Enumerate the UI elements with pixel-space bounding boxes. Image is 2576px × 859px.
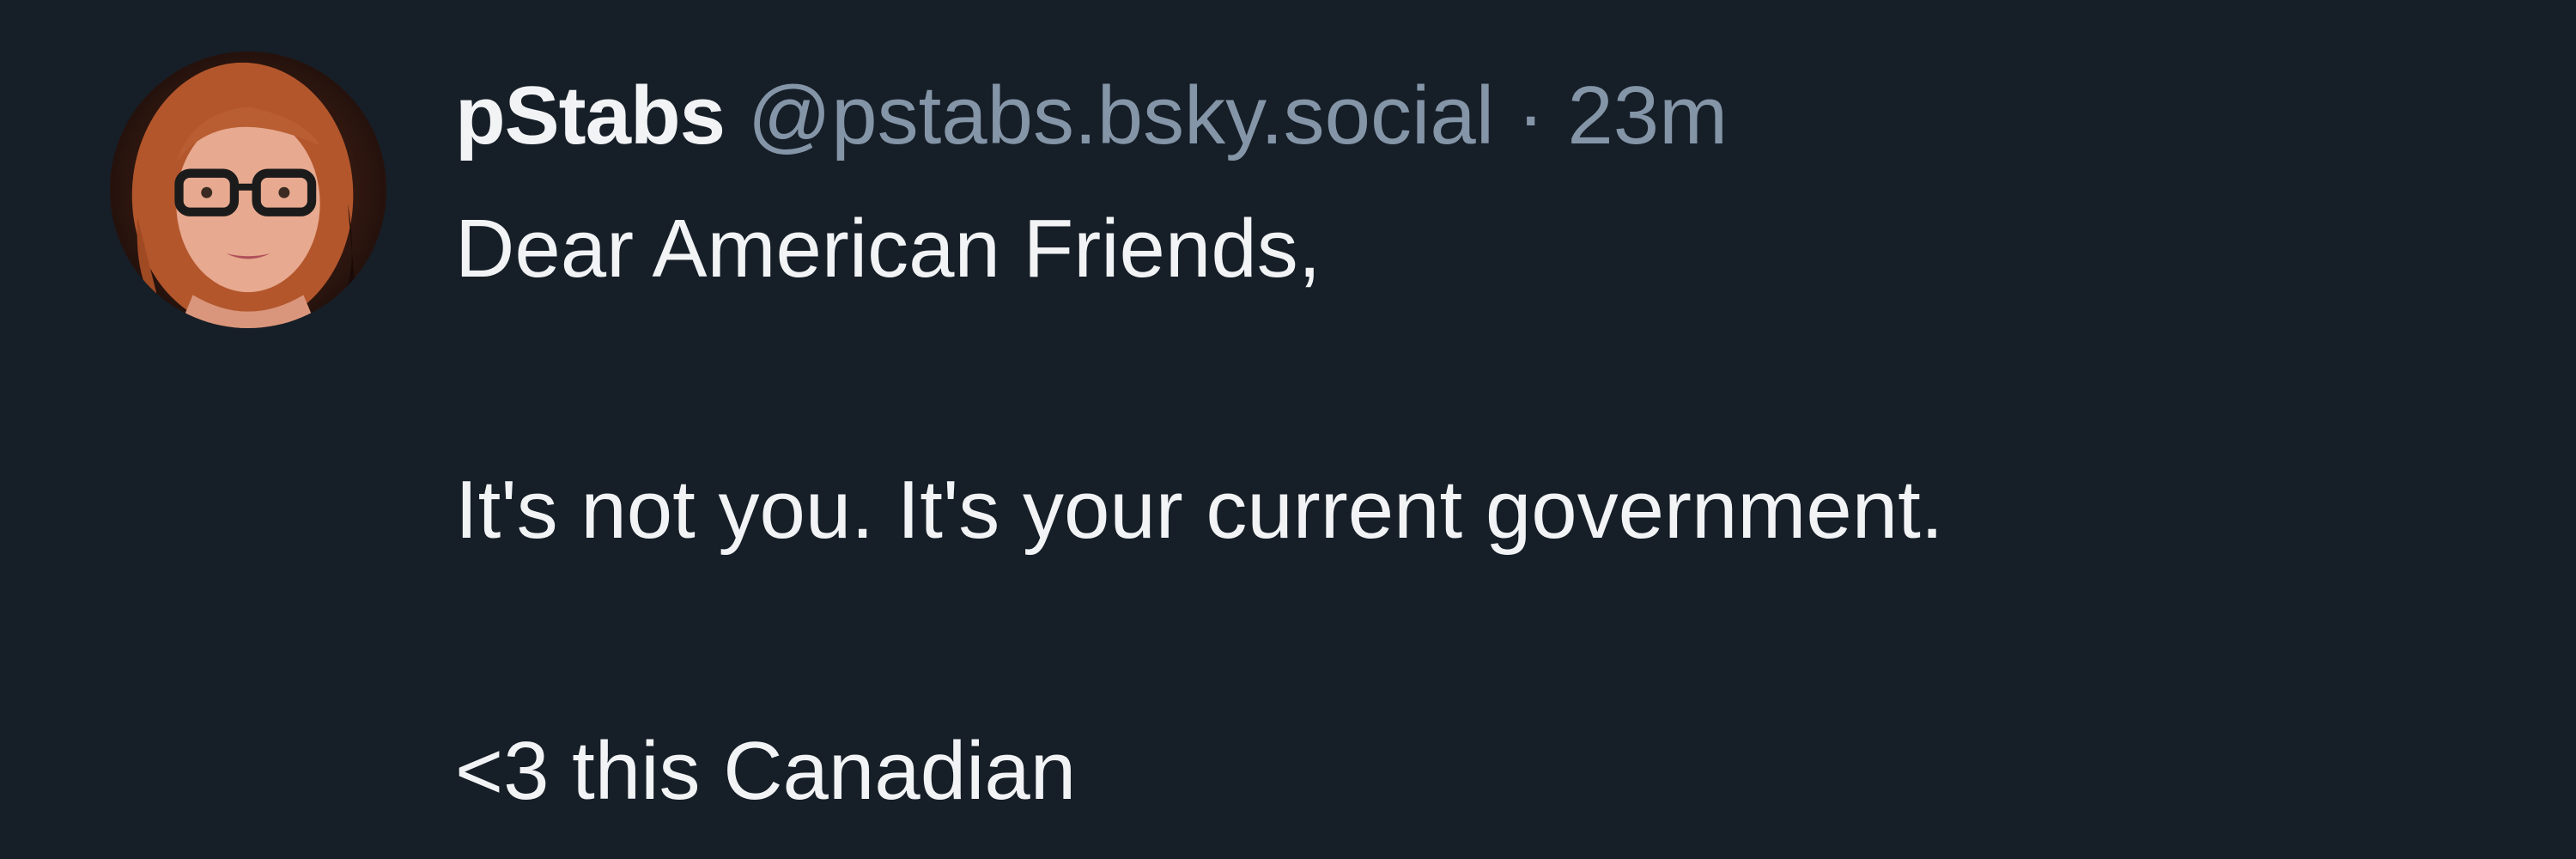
header-separator: · bbox=[1516, 70, 1545, 161]
post-header: pStabs @pstabs.bsky.social · 23m bbox=[455, 60, 2542, 172]
post-text-line: <3 this Canadian bbox=[455, 725, 1077, 817]
author-display-name[interactable]: pStabs bbox=[455, 70, 726, 161]
author-handle[interactable]: @pstabs.bsky.social bbox=[748, 70, 1494, 161]
post-content: pStabs @pstabs.bsky.social · 23m Dear Am… bbox=[455, 60, 2542, 837]
post-blank-line bbox=[455, 576, 2542, 706]
post-card[interactable]: pStabs @pstabs.bsky.social · 23m Dear Am… bbox=[0, 0, 2576, 859]
avatar[interactable] bbox=[110, 52, 386, 328]
post-text-line: Dear American Friends, bbox=[455, 203, 1321, 295]
post-text-line: It's not you. It's your current governme… bbox=[455, 464, 1944, 556]
post-timestamp[interactable]: 23m bbox=[1567, 70, 1728, 161]
post-body: Dear American Friends, It's not you. It'… bbox=[455, 184, 2542, 837]
post-blank-line bbox=[455, 314, 2542, 445]
avatar-photo-icon bbox=[110, 52, 386, 328]
